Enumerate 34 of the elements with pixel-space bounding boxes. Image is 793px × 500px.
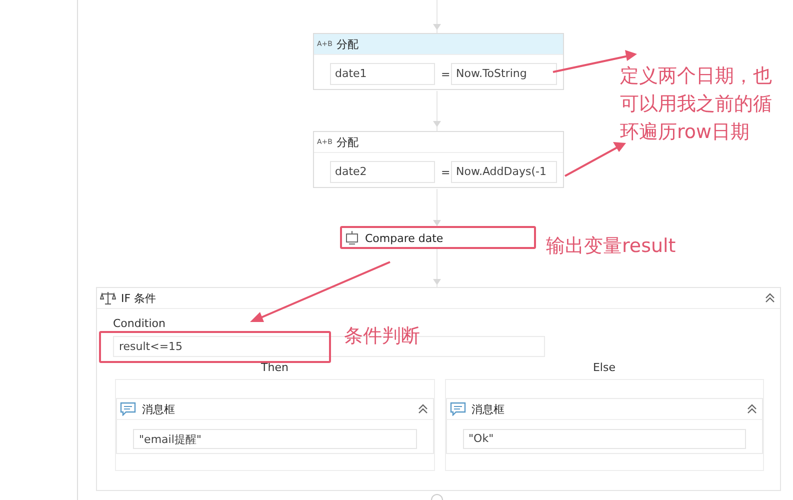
input-field[interactable]: date2 xyxy=(330,161,435,183)
collapse-icon xyxy=(416,403,428,415)
input-field[interactable]: Now.AddDays(-1 xyxy=(451,161,557,183)
input-field[interactable]: Now.ToString xyxy=(451,63,557,85)
activity-title: 消息框 xyxy=(472,402,506,416)
scale-icon xyxy=(100,291,116,305)
arrow-icon xyxy=(433,220,441,226)
condition-label: Condition xyxy=(113,317,166,330)
activity-title: Compare date xyxy=(365,232,444,244)
arrow-icon xyxy=(433,24,441,30)
branch-label: Else xyxy=(592,361,616,375)
activity-card[interactable]: Compare date xyxy=(341,228,534,248)
annotation-arrow xyxy=(564,142,626,177)
message-box-card[interactable]: 消息框 "Ok" xyxy=(446,398,763,454)
annotation-text: 输出变量result xyxy=(546,234,676,259)
message-box-card[interactable]: 消息框 "email提醒" xyxy=(116,398,434,454)
collapse-icon xyxy=(746,403,758,415)
activity-title: IF 条件 xyxy=(121,290,158,306)
workflow-icon xyxy=(345,231,359,245)
equals-sign: = xyxy=(441,166,447,178)
chat-icon xyxy=(450,402,466,416)
activity-title: 分配 xyxy=(336,36,358,52)
equals-sign: = xyxy=(441,68,447,80)
chat-icon xyxy=(120,402,136,416)
arrow-icon xyxy=(433,121,441,127)
input-field[interactable]: date1 xyxy=(330,63,435,85)
activity-title: 消息框 xyxy=(142,402,176,416)
input-field[interactable]: "Ok" xyxy=(462,429,746,449)
activity-title: 分配 xyxy=(336,134,358,150)
arrow-icon xyxy=(433,279,441,285)
input-field[interactable]: "email提醒" xyxy=(133,429,416,449)
branch-label: Then xyxy=(261,361,288,375)
annotation-text: 定义两个日期，也可以用我之前的循环遍历row日期 xyxy=(620,64,773,145)
collapse-icon xyxy=(764,292,776,304)
